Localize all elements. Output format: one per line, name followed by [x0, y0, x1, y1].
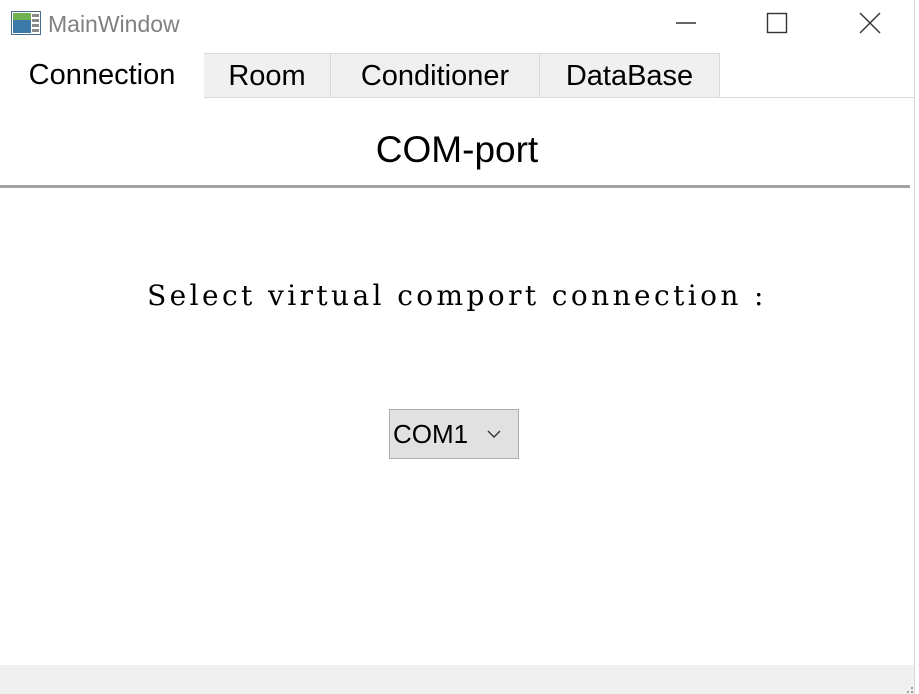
tab-bar: Connection Room Conditioner DataBase — [0, 53, 914, 99]
com-port-select[interactable]: COM1 — [389, 409, 519, 459]
window-title: MainWindow — [48, 11, 180, 37]
com-port-selected-value: COM1 — [393, 419, 469, 449]
app-window-icon — [11, 11, 41, 35]
window-right-edge — [914, 0, 919, 694]
section-title: COM-port — [375, 129, 539, 170]
size-grip-icon[interactable] — [902, 684, 914, 694]
tab-conditioner[interactable]: Conditioner — [330, 53, 540, 97]
status-bar — [0, 665, 914, 694]
title-bar[interactable]: MainWindow — [0, 0, 914, 48]
tab-room[interactable]: Room — [203, 53, 331, 97]
section-divider — [0, 185, 910, 188]
chevron-down-icon — [487, 430, 501, 438]
minimize-icon — [676, 22, 696, 24]
minimize-button[interactable] — [663, 0, 709, 46]
close-icon — [859, 12, 881, 34]
maximize-button[interactable] — [754, 0, 800, 46]
maximize-icon — [766, 12, 788, 34]
tab-database[interactable]: DataBase — [539, 53, 720, 97]
comport-prompt-label: Select virtual comport connection : — [147, 279, 767, 312]
tab-connection[interactable]: Connection — [0, 53, 204, 99]
close-button[interactable] — [847, 0, 893, 46]
main-window: MainWindow Connection Room Conditioner D… — [0, 0, 914, 694]
